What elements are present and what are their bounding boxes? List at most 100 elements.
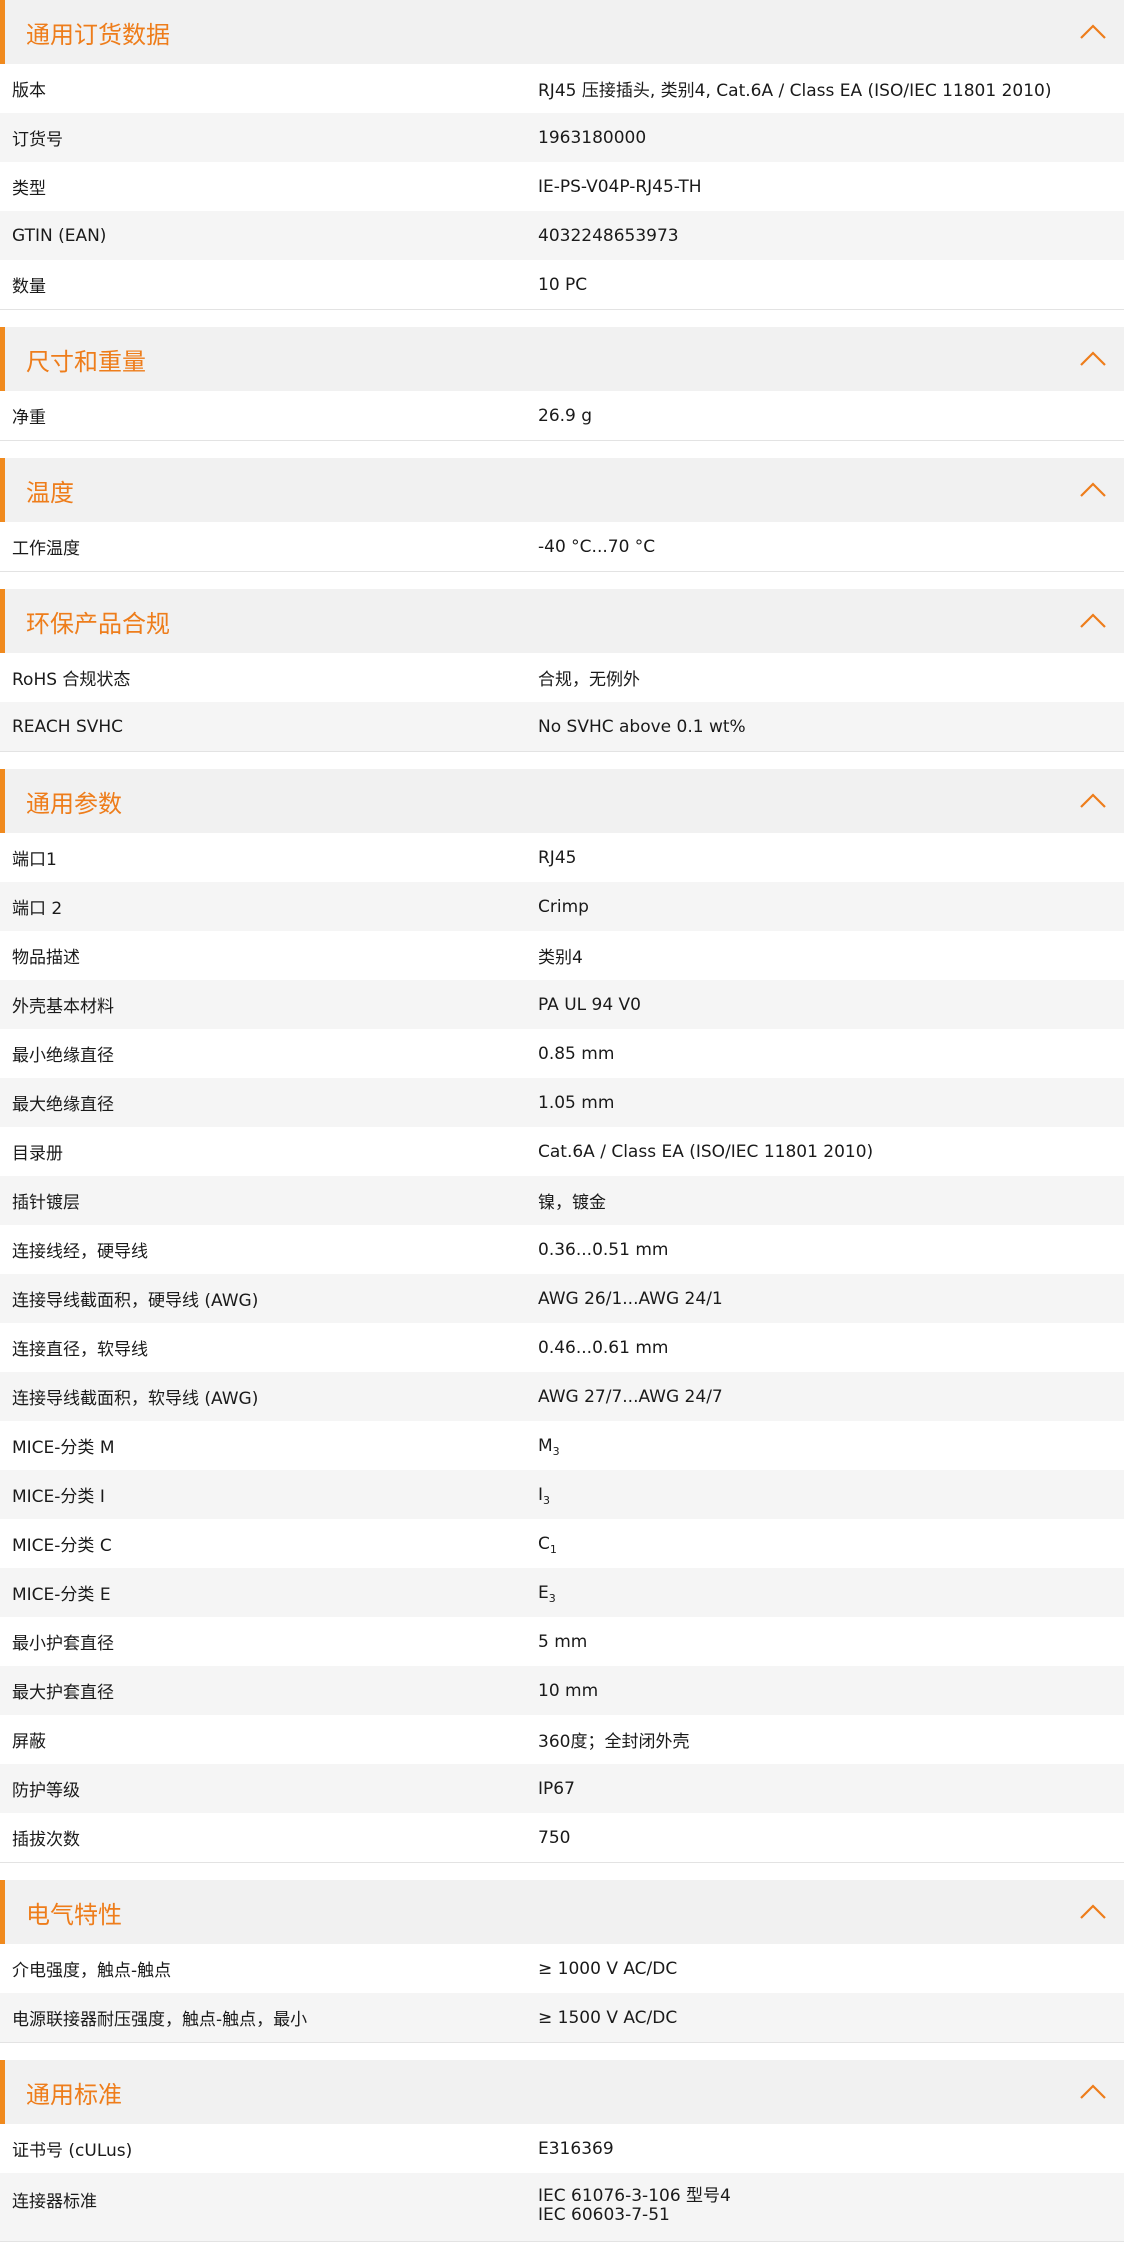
spec-label: 订货号	[12, 130, 63, 150]
spec-section: 通用参数 端口1 RJ45 端口 2 Crimp 物品描述 类别4 外壳基本材料 PA UL 9…	[0, 769, 1124, 1863]
spec-value: RJ45 压接插头, 类别4, Cat.6A / Class EA (ISO/I…	[538, 76, 1124, 101]
spec-value: 10 PC	[538, 275, 1124, 295]
spec-label: 介电强度，触点-触点	[12, 1961, 172, 1981]
spec-value-text: 360度；全封闭外壳	[538, 1732, 690, 1752]
spec-value-text: 750	[538, 1827, 571, 1848]
spec-row: 净重 26.9 g	[0, 391, 1124, 440]
spec-value: 类别4	[538, 943, 1124, 968]
section-title: 尺寸和重量	[26, 347, 146, 376]
spec-row: 最小绝缘直径 0.85 mm	[0, 1029, 1124, 1078]
spec-label: RoHS 合规状态	[12, 670, 131, 690]
spec-value-text: ≥ 1000 V AC/DC	[538, 1958, 678, 1979]
spec-row: 外壳基本材料 PA UL 94 V0	[0, 980, 1124, 1029]
spec-row: MICE-分类 M M3	[0, 1421, 1124, 1470]
spec-label: REACH SVHC	[12, 716, 124, 737]
spec-value: M3	[538, 1435, 1124, 1457]
section-header[interactable]: 环保产品合规	[0, 589, 1124, 653]
chevron-up-icon[interactable]	[1078, 786, 1108, 816]
spec-label: 外壳基本材料	[12, 997, 114, 1017]
spec-value: 10 mm	[538, 1681, 1124, 1701]
spec-row: 类型 IE-PS-V04P-RJ45-TH	[0, 162, 1124, 211]
spec-label: 目录册	[12, 1144, 63, 1164]
spec-value-text: -40 °C...70 °C	[538, 536, 656, 557]
spec-row: 目录册 Cat.6A / Class EA (ISO/IEC 11801 2010…	[0, 1127, 1124, 1176]
spec-label: 连接线经，硬导线	[12, 1242, 148, 1262]
spec-value: C1	[538, 1534, 1124, 1556]
spec-value: 1963180000	[538, 128, 1124, 148]
spec-value-text: 0.85 mm	[538, 1043, 615, 1064]
spec-row: 连接器标准 IEC 61076-3-106 型号4 IEC 60603-7-51	[0, 2173, 1124, 2241]
spec-value: PA UL 94 V0	[538, 995, 1124, 1015]
spec-row: 插拔次数 750	[0, 1813, 1124, 1862]
chevron-up-icon[interactable]	[1078, 475, 1108, 505]
chevron-up-icon[interactable]	[1078, 344, 1108, 374]
spec-row: 介电强度，触点-触点 ≥ 1000 V AC/DC	[0, 1944, 1124, 1993]
spec-value: E3	[538, 1583, 1124, 1604]
spec-row: RoHS 合规状态 合规，无例外	[0, 653, 1124, 702]
spec-row: 连接线经，硬导线 0.36...0.51 mm	[0, 1225, 1124, 1274]
spec-label: 电源联接器耐压强度，触点-触点，最小	[12, 2010, 308, 2030]
chevron-up-icon[interactable]	[1078, 1897, 1108, 1927]
chevron-up-icon[interactable]	[1078, 2077, 1108, 2107]
section-header[interactable]: 通用标准	[0, 2060, 1124, 2124]
chevron-up-icon[interactable]	[1078, 606, 1108, 636]
spec-value-text: Cat.6A / Class EA (ISO/IEC 11801 2010)	[538, 1141, 874, 1162]
section-header[interactable]: 尺寸和重量	[0, 327, 1124, 391]
spec-row: 连接导线截面积，硬导线 (AWG) AWG 26/1...AWG 24/1	[0, 1274, 1124, 1323]
spec-value-text: 合规，无例外	[538, 670, 640, 690]
spec-value: AWG 27/7...AWG 24/7	[538, 1387, 1124, 1407]
spec-value-subscript: 1	[549, 1542, 557, 1556]
spec-label: 物品描述	[12, 948, 80, 968]
section-gap	[0, 752, 1124, 769]
spec-value-text: E316369	[538, 2138, 614, 2159]
spec-value-text: 镍，镀金	[538, 1193, 606, 1213]
spec-table: 净重 26.9 g	[0, 391, 1124, 441]
spec-value-text: 0.36...0.51 mm	[538, 1239, 669, 1260]
spec-value: No SVHC above 0.1 wt%	[538, 717, 1124, 737]
section-title: 通用订货数据	[26, 20, 170, 49]
spec-value: -40 °C...70 °C	[538, 537, 1124, 557]
spec-value-text: RJ45 压接插头, 类别4, Cat.6A / Class EA (ISO/I…	[538, 81, 1052, 101]
spec-row: 端口 2 Crimp	[0, 882, 1124, 931]
section-header[interactable]: 温度	[0, 458, 1124, 522]
spec-row: 物品描述 类别4	[0, 931, 1124, 980]
chevron-up-icon[interactable]	[1078, 17, 1108, 47]
spec-label: 最大护套直径	[12, 1683, 114, 1703]
spec-row: 插针镀层 镍，镀金	[0, 1176, 1124, 1225]
spec-value: 0.46...0.61 mm	[538, 1338, 1124, 1358]
section-header[interactable]: 通用参数	[0, 769, 1124, 833]
spec-table: RoHS 合规状态 合规，无例外 REACH SVHC No SVHC above 0…	[0, 653, 1124, 752]
spec-value: IP67	[538, 1779, 1124, 1799]
spec-table: 版本 RJ45 压接插头, 类别4, Cat.6A / Class EA (ISO…	[0, 64, 1124, 310]
spec-label: 连接导线截面积，软导线 (AWG)	[12, 1389, 259, 1409]
section-header[interactable]: 通用订货数据	[0, 0, 1124, 64]
section-title: 通用参数	[26, 789, 122, 818]
spec-section: 电气特性介电强度，触点-触点 ≥ 1000 V AC/DC 电源联接器耐压强度，触点…	[0, 1880, 1124, 2043]
spec-label: 防护等级	[12, 1781, 80, 1801]
spec-value-text: M	[538, 1435, 553, 1456]
spec-section: 环保产品合规 RoHS 合规状态 合规，无例外 REACH SVHC No SVHC a…	[0, 589, 1124, 752]
section-title: 通用标准	[26, 2080, 122, 2109]
spec-row: 数量 10 PC	[0, 260, 1124, 309]
spec-value: E316369	[538, 2139, 1124, 2159]
spec-label: 类型	[12, 179, 46, 199]
spec-value: 合规，无例外	[538, 665, 1124, 690]
spec-label: 工作温度	[12, 539, 80, 559]
spec-section: 尺寸和重量净重 26.9 g	[0, 327, 1124, 441]
spec-value-text: 4032248653973	[538, 225, 679, 246]
spec-value: 1.05 mm	[538, 1093, 1124, 1113]
spec-value: AWG 26/1...AWG 24/1	[538, 1289, 1124, 1309]
spec-label: GTIN (EAN)	[12, 225, 107, 246]
spec-table: 证书号 (cULus) E316369 连接器标准 IEC 61076-3-106 型…	[0, 2124, 1124, 2242]
spec-value-text: 10 mm	[538, 1680, 599, 1701]
spec-label: 插针镀层	[12, 1193, 80, 1213]
spec-value-text: No SVHC above 0.1 wt%	[538, 716, 746, 737]
spec-value: 360度；全封闭外壳	[538, 1727, 1124, 1752]
spec-label: MICE-分类 C	[12, 1536, 112, 1556]
spec-value: 0.36...0.51 mm	[538, 1240, 1124, 1260]
spec-section: 通用订货数据版本 RJ45 压接插头, 类别4, Cat.6A / Class E…	[0, 0, 1124, 310]
spec-value-text: 1963180000	[538, 127, 647, 148]
spec-value-text: 26.9 g	[538, 405, 593, 426]
spec-row: 防护等级 IP67	[0, 1764, 1124, 1813]
section-header[interactable]: 电气特性	[0, 1880, 1124, 1944]
